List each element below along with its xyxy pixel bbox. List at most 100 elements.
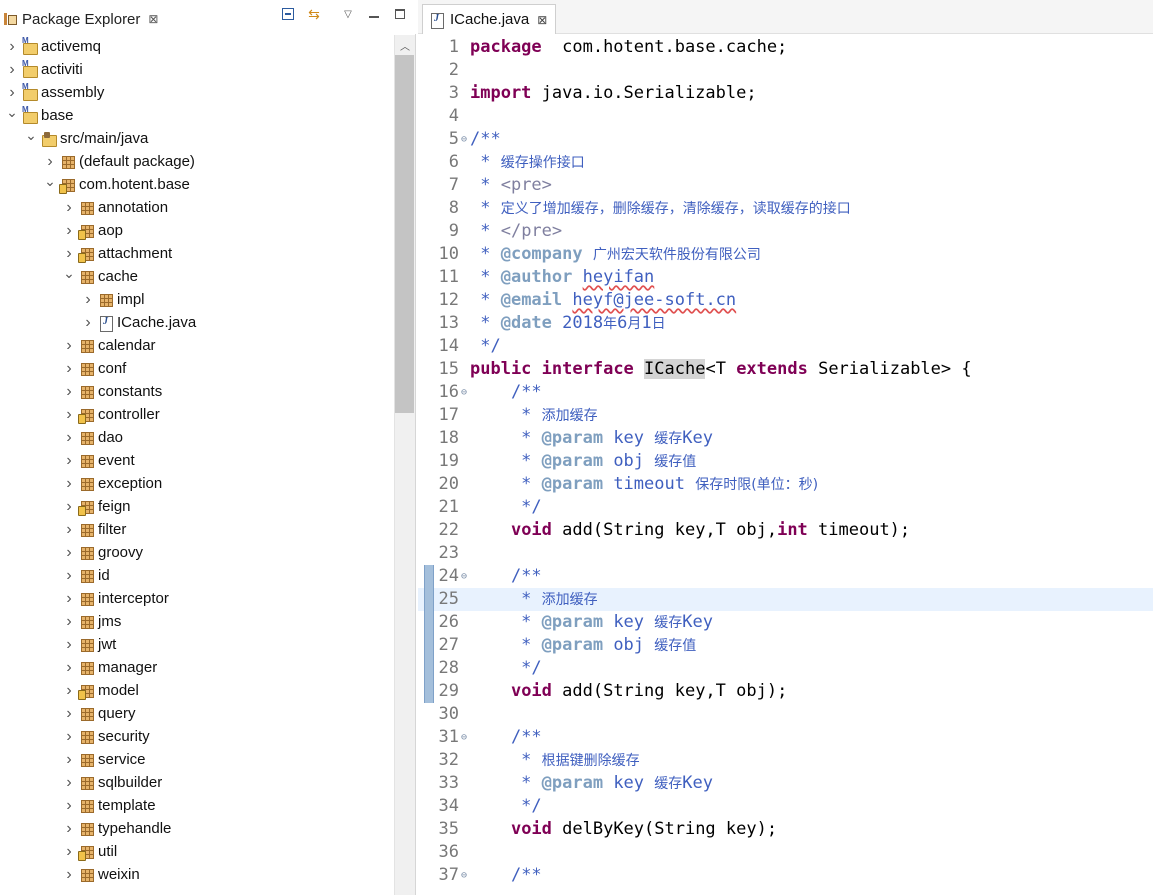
code-line[interactable]: 14 */	[418, 335, 1153, 358]
code-line[interactable]: 32 * 根据键删除缓存	[418, 749, 1153, 772]
code-line[interactable]: 3 import java.io.Serializable;	[418, 82, 1153, 105]
chevron-down-icon[interactable]: ⌄	[25, 124, 37, 147]
tree-item[interactable]: › interceptor	[0, 587, 394, 610]
tree-item[interactable]: › attachment	[0, 242, 394, 265]
code-line[interactable]: 33 * @param key 缓存Key	[418, 772, 1153, 795]
tree-item[interactable]: ›assembly	[0, 81, 394, 104]
chevron-right-icon[interactable]: ›	[63, 472, 75, 495]
tree-item[interactable]: › template	[0, 794, 394, 817]
code-line[interactable]: 1 package com.hotent.base.cache;	[418, 36, 1153, 59]
chevron-down-icon[interactable]: ⌄	[44, 170, 56, 193]
code-line[interactable]: 30	[418, 703, 1153, 726]
tree-item[interactable]: ⌄ com.hotent.base	[0, 173, 394, 196]
tree-item[interactable]: › conf	[0, 357, 394, 380]
code-line[interactable]: 15 public interface ICache<T extends Seri…	[418, 358, 1153, 381]
tree-item[interactable]: › calendar	[0, 334, 394, 357]
tree-item[interactable]: › annotation	[0, 196, 394, 219]
chevron-right-icon[interactable]: ›	[63, 771, 75, 794]
tree-item[interactable]: ⌄ src/main/java	[0, 127, 394, 150]
chevron-right-icon[interactable]: ›	[63, 794, 75, 817]
code-line[interactable]: 29 void add(String key,T obj);	[418, 680, 1153, 703]
tree-item[interactable]: › security	[0, 725, 394, 748]
code-line[interactable]: 5 ⊖/**	[418, 128, 1153, 151]
chevron-down-icon[interactable]: ⌄	[6, 101, 18, 124]
tree-item[interactable]: › constants	[0, 380, 394, 403]
tree-item[interactable]: › model	[0, 679, 394, 702]
chevron-right-icon[interactable]: ›	[63, 449, 75, 472]
tab-package-explorer[interactable]: Package Explorer ⊠	[0, 4, 164, 34]
code-text-area[interactable]: 1 package com.hotent.base.cache; 2 3 import …	[418, 36, 1153, 895]
code-line[interactable]: 19 * @param obj 缓存值	[418, 450, 1153, 473]
fold-collapse-icon[interactable]: ⊖	[459, 381, 469, 404]
tree-item[interactable]: › service	[0, 748, 394, 771]
tree-item[interactable]: › weixin	[0, 863, 394, 886]
scroll-up-arrow-icon[interactable]: ︿	[395, 35, 415, 55]
chevron-right-icon[interactable]: ›	[6, 58, 18, 81]
tab-icache-java[interactable]: ICache.java ⊠	[422, 4, 557, 34]
link-with-editor-button[interactable]: ⇆	[306, 6, 322, 22]
code-line[interactable]: 31 ⊖ /**	[418, 726, 1153, 749]
tree-item[interactable]: › typehandle	[0, 817, 394, 840]
chevron-right-icon[interactable]: ›	[63, 702, 75, 725]
tree-item[interactable]: › id	[0, 564, 394, 587]
chevron-right-icon[interactable]: ›	[82, 311, 94, 334]
tree-item[interactable]: › dao	[0, 426, 394, 449]
code-line[interactable]: 35 void delByKey(String key);	[418, 818, 1153, 841]
tree-item[interactable]: › jwt	[0, 633, 394, 656]
chevron-right-icon[interactable]: ›	[63, 541, 75, 564]
tree-scrollbar[interactable]: ︿	[394, 35, 415, 895]
tree-item[interactable]: › filter	[0, 518, 394, 541]
chevron-right-icon[interactable]: ›	[63, 357, 75, 380]
chevron-right-icon[interactable]: ›	[63, 679, 75, 702]
chevron-right-icon[interactable]: ›	[63, 840, 75, 863]
tree-item[interactable]: › feign	[0, 495, 394, 518]
fold-collapse-icon[interactable]: ⊖	[459, 864, 469, 887]
tree-item[interactable]: › controller	[0, 403, 394, 426]
code-line[interactable]: 27 * @param obj 缓存值	[418, 634, 1153, 657]
tree-item[interactable]: ⌄ cache	[0, 265, 394, 288]
code-line[interactable]: 20 * @param timeout 保存时限(单位：秒)	[418, 473, 1153, 496]
close-icon[interactable]: ⊠	[148, 12, 158, 26]
chevron-right-icon[interactable]: ›	[6, 35, 18, 58]
tree-item[interactable]: ⌄ base	[0, 104, 394, 127]
code-line[interactable]: 7 * <pre>	[418, 174, 1153, 197]
collapse-all-button[interactable]	[280, 6, 296, 22]
chevron-right-icon[interactable]: ›	[63, 656, 75, 679]
code-line[interactable]: 10 * @company 广州宏天软件股份有限公司	[418, 243, 1153, 266]
code-line[interactable]: 2	[418, 59, 1153, 82]
chevron-right-icon[interactable]: ›	[63, 564, 75, 587]
tree-item[interactable]: › activiti	[0, 58, 394, 81]
tree-item[interactable]: › query	[0, 702, 394, 725]
chevron-right-icon[interactable]: ›	[63, 748, 75, 771]
tree-item[interactable]: › groovy	[0, 541, 394, 564]
fold-collapse-icon[interactable]: ⊖	[459, 565, 469, 588]
chevron-right-icon[interactable]: ›	[63, 380, 75, 403]
chevron-right-icon[interactable]: ›	[82, 288, 94, 311]
chevron-right-icon[interactable]: ›	[63, 725, 75, 748]
chevron-right-icon[interactable]: ›	[63, 495, 75, 518]
chevron-right-icon[interactable]: ›	[63, 633, 75, 656]
code-line[interactable]: 11 * @author heyifan	[418, 266, 1153, 289]
fold-collapse-icon[interactable]: ⊖	[459, 128, 469, 151]
tree-item[interactable]: › manager	[0, 656, 394, 679]
code-line[interactable]: 4	[418, 105, 1153, 128]
maximize-button[interactable]	[392, 6, 408, 22]
code-line[interactable]: 24 ⊖ /**	[418, 565, 1153, 588]
tree-item[interactable]: › activemq	[0, 35, 394, 58]
code-line[interactable]: 13 * @date 2018年6月1日	[418, 312, 1153, 335]
code-line[interactable]: 16 ⊖ /**	[418, 381, 1153, 404]
project-tree[interactable]: ›activemq›activiti›assembly⌄base⌄src/mai…	[0, 35, 394, 895]
tree-item[interactable]: › impl	[0, 288, 394, 311]
tree-item[interactable]: › util	[0, 840, 394, 863]
chevron-right-icon[interactable]: ›	[63, 587, 75, 610]
tree-item[interactable]: › jms	[0, 610, 394, 633]
fold-collapse-icon[interactable]: ⊖	[459, 726, 469, 749]
code-line[interactable]: 23	[418, 542, 1153, 565]
code-line[interactable]: 22 void add(String key,T obj,int timeout…	[418, 519, 1153, 542]
chevron-right-icon[interactable]: ›	[63, 196, 75, 219]
code-line[interactable]: 34 */	[418, 795, 1153, 818]
chevron-right-icon[interactable]: ›	[63, 863, 75, 886]
chevron-right-icon[interactable]: ›	[63, 610, 75, 633]
tree-item[interactable]: › ICache.java	[0, 311, 394, 334]
code-line[interactable]: 18 * @param key 缓存Key	[418, 427, 1153, 450]
